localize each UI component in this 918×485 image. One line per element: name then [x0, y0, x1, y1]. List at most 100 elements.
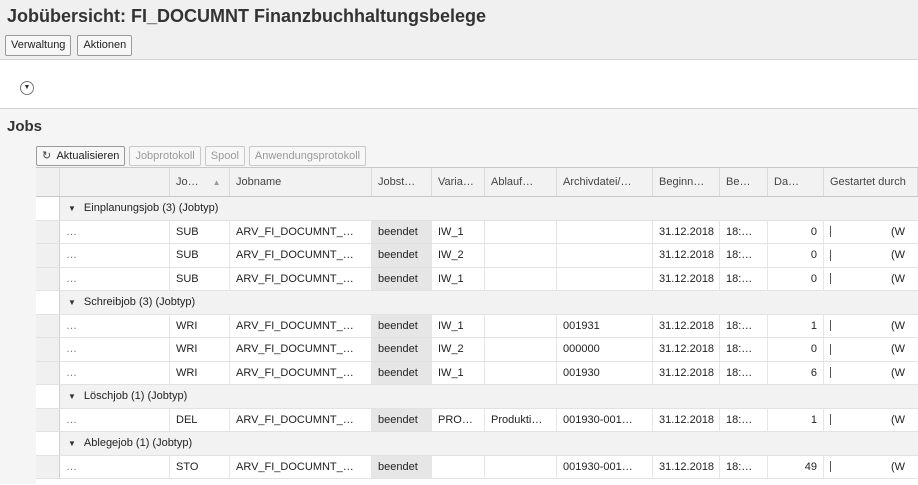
row-selector[interactable]: [36, 408, 60, 431]
column-header-ablauf[interactable]: Ablauf…: [485, 168, 557, 196]
table-row[interactable]: … SUB ARV_FI_DOCUMNT_… beendet IW_1 31.12.201…: [36, 267, 918, 291]
ablauf-cell: [485, 267, 557, 290]
anwendungsprotokoll-button[interactable]: Anwendungsprotokoll: [248, 146, 367, 166]
duration-cell: 1: [768, 314, 824, 337]
jobname-cell: ARV_FI_DOCUMNT_…: [230, 338, 372, 361]
table-row[interactable]: … WRI ARV_FI_DOCUMNT_… beendet IW_1 001930 31.…: [36, 361, 918, 385]
table-row[interactable]: … SUB ARV_FI_DOCUMNT_… beendet IW_2 31.12.201…: [36, 244, 918, 268]
status-cell: beendet: [372, 314, 432, 337]
start-date-cell: 31.12.2018: [653, 408, 720, 431]
table-row[interactable]: … SUB ARV_FI_DOCUMNT_… beendet IW_1 31.12.201…: [36, 220, 918, 244]
row-menu-cell[interactable]: …: [60, 338, 170, 361]
aktionen-button[interactable]: Aktionen: [77, 35, 133, 56]
group-select-cell: [36, 432, 60, 455]
row-menu-cell[interactable]: …: [60, 244, 170, 267]
variant-cell: PRO…: [432, 408, 485, 431]
chevron-down-circle-icon[interactable]: ▼: [20, 81, 34, 95]
duration-cell: 0: [768, 244, 824, 267]
column-header-jo-label: Jo…: [176, 176, 199, 188]
row-selector[interactable]: [36, 244, 60, 267]
verwaltung-button[interactable]: Verwaltung: [5, 35, 72, 56]
archive-file-cell: 001930-001…: [557, 455, 653, 478]
group-row[interactable]: ▼ Schreibjob (3) (Jobtyp): [36, 291, 918, 315]
column-header-jo[interactable]: Jo… ▲: [170, 168, 230, 196]
row-menu-cell[interactable]: …: [60, 314, 170, 337]
refresh-icon: ↻: [42, 150, 52, 162]
status-cell: beendet: [372, 408, 432, 431]
row-menu-cell[interactable]: …: [60, 408, 170, 431]
started-by-separator: [830, 461, 831, 473]
column-header-jobname[interactable]: Jobname: [230, 168, 372, 196]
ablauf-cell: [485, 455, 557, 478]
group-header[interactable]: ▼ Löschjob (1) (Jobtyp): [60, 385, 187, 408]
start-time-cell: 18:…: [720, 408, 768, 431]
group-header[interactable]: ▼ Einplanungsjob (3) (Jobtyp): [60, 197, 218, 220]
column-header-be[interactable]: Be…: [720, 168, 768, 196]
job-type-cell: SUB: [170, 220, 230, 243]
column-header-da[interactable]: Da…: [768, 168, 824, 196]
row-selector[interactable]: [36, 361, 60, 384]
variant-cell: IW_2: [432, 244, 485, 267]
column-header-variante[interactable]: Varia…: [432, 168, 485, 196]
job-type-cell: WRI: [170, 314, 230, 337]
started-by-separator: [830, 367, 831, 379]
caret-down-icon[interactable]: ▼: [68, 439, 76, 448]
header-expand-area: ▼: [0, 60, 918, 108]
start-time-cell: 18:…: [720, 244, 768, 267]
start-time-cell: 18:…: [720, 314, 768, 337]
row-menu-cell[interactable]: …: [60, 267, 170, 290]
caret-down-icon[interactable]: ▼: [68, 298, 76, 307]
archive-file-cell: 001931: [557, 314, 653, 337]
caret-down-icon[interactable]: ▼: [68, 392, 76, 401]
variant-cell: [432, 455, 485, 478]
column-header-archivdatei[interactable]: Archivdatei/…: [557, 168, 653, 196]
row-selector[interactable]: [36, 314, 60, 337]
table-header-row: Jo… ▲ Jobname Jobst… Varia… Ablauf… Arch…: [36, 168, 918, 197]
started-by-cell: (W: [824, 221, 918, 244]
column-header-jobstatus[interactable]: Jobst…: [372, 168, 432, 196]
ablauf-cell: [485, 220, 557, 243]
start-date-cell: 31.12.2018: [653, 361, 720, 384]
jobprotokoll-button[interactable]: Jobprotokoll: [129, 146, 201, 166]
group-select-cell: [36, 197, 60, 220]
spool-button[interactable]: Spool: [204, 146, 245, 166]
group-row[interactable]: ▼ Einplanungsjob (3) (Jobtyp): [36, 197, 918, 221]
row-selector[interactable]: [36, 455, 60, 478]
job-type-cell: WRI: [170, 338, 230, 361]
table-row[interactable]: … WRI ARV_FI_DOCUMNT_… beendet IW_2 000000 31.…: [36, 338, 918, 362]
group-row[interactable]: ▼ Löschjob (1) (Jobtyp): [36, 385, 918, 409]
jobname-cell: ARV_FI_DOCUMNT_…: [230, 314, 372, 337]
group-label: Einplanungsjob (3) (Jobtyp): [83, 202, 219, 215]
row-selector[interactable]: [36, 338, 60, 361]
row-selector[interactable]: [36, 220, 60, 243]
column-header-gestartet[interactable]: Gestartet durch: [824, 168, 918, 196]
caret-down-icon[interactable]: ▼: [68, 204, 76, 213]
column-header-beginn[interactable]: Beginn…: [653, 168, 720, 196]
ablauf-cell: [485, 244, 557, 267]
job-type-cell: STO: [170, 455, 230, 478]
table-row[interactable]: … DEL ARV_FI_DOCUMNT_… beendet PRO… Produkti……: [36, 408, 918, 432]
row-menu-cell[interactable]: …: [60, 361, 170, 384]
row-menu-cell[interactable]: …: [60, 455, 170, 478]
row-selector[interactable]: [36, 267, 60, 290]
group-row[interactable]: ▼ Ablegejob (1) (Jobtyp): [36, 432, 918, 456]
status-cell: beendet: [372, 244, 432, 267]
group-header[interactable]: ▼ Ablegejob (1) (Jobtyp): [60, 432, 192, 455]
started-by-cell: (W: [824, 315, 918, 338]
refresh-button[interactable]: ↻ Aktualisieren: [36, 146, 126, 166]
group-header[interactable]: ▼ Schreibjob (3) (Jobtyp): [60, 291, 195, 314]
duration-cell: 1: [768, 408, 824, 431]
start-time-cell: 18:…: [720, 361, 768, 384]
variant-cell: IW_1: [432, 220, 485, 243]
started-by-cell: (W: [824, 268, 918, 291]
ablauf-cell: [485, 338, 557, 361]
row-menu-cell[interactable]: …: [60, 220, 170, 243]
jobname-cell: ARV_FI_DOCUMNT_…: [230, 408, 372, 431]
archive-file-cell: 000000: [557, 338, 653, 361]
table-row[interactable]: … WRI ARV_FI_DOCUMNT_… beendet IW_1 001931 31.…: [36, 314, 918, 338]
select-all-cell[interactable]: [36, 168, 60, 196]
started-by-value: (W: [891, 249, 906, 262]
jobname-cell: ARV_FI_DOCUMNT_…: [230, 455, 372, 478]
table-row[interactable]: … STO ARV_FI_DOCUMNT_… beendet 001930-001… 31…: [36, 455, 918, 479]
ablauf-cell: [485, 361, 557, 384]
